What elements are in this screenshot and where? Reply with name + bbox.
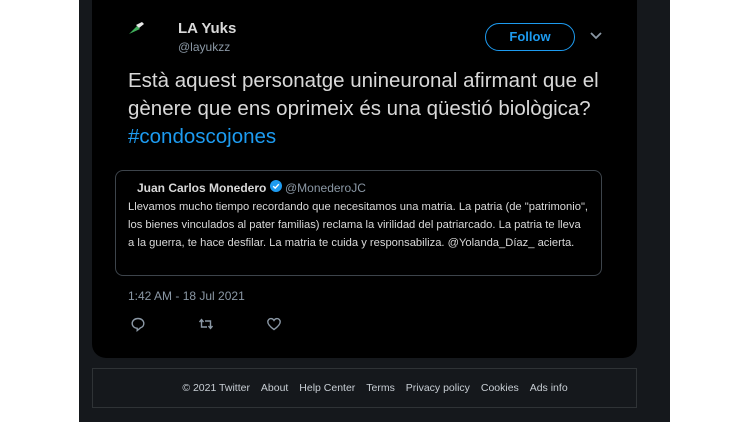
footer-link-terms[interactable]: Terms	[366, 382, 395, 394]
tweet-text: Està aquest personatge unineuronal afirm…	[128, 67, 608, 151]
footer-link-privacy-policy[interactable]: Privacy policy	[406, 382, 470, 394]
footer-link-cookies[interactable]: Cookies	[481, 382, 519, 394]
verified-badge-icon	[270, 180, 282, 192]
avatar[interactable]	[128, 20, 146, 36]
tweet-body: Està aquest personatge unineuronal afirm…	[128, 69, 599, 120]
chevron-down-icon[interactable]	[590, 32, 602, 40]
user-handle[interactable]: @layukzz	[178, 40, 230, 54]
footer-link-about[interactable]: About	[261, 382, 288, 394]
quote-author-handle: @MonederoJC	[285, 181, 366, 195]
retweet-icon[interactable]	[198, 316, 214, 332]
hashtag-link[interactable]: #condoscojones	[128, 125, 276, 148]
follow-button[interactable]: Follow	[485, 23, 575, 51]
quote-author-name: Juan Carlos Monedero	[137, 181, 267, 195]
footer-link-ads-info[interactable]: Ads info	[530, 382, 568, 394]
display-name[interactable]: LA Yuks	[178, 20, 236, 37]
footer-copyright: © 2021 Twitter	[182, 382, 250, 394]
quote-text: Llevamos mucho tiempo recordando que nec…	[128, 201, 589, 249]
footer-link-help-center[interactable]: Help Center	[299, 382, 355, 394]
reply-icon[interactable]	[130, 316, 146, 332]
tweet-timestamp[interactable]: 1:42 AM - 18 Jul 2021	[128, 289, 245, 303]
footer: © 2021 Twitter About Help Center Terms P…	[0, 382, 750, 394]
like-icon[interactable]	[266, 316, 282, 332]
